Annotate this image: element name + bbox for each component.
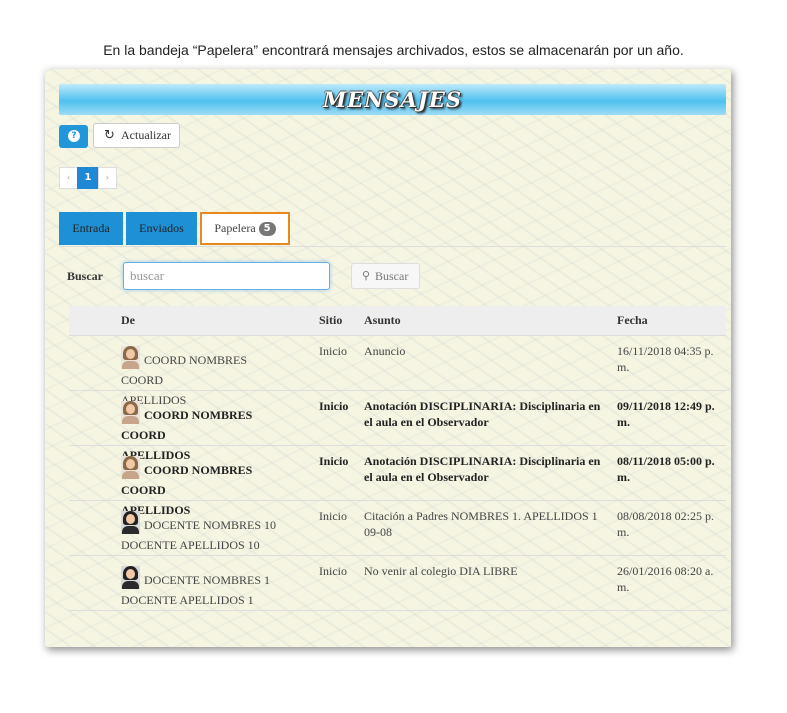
tab-papelera-label: Papelera [214, 221, 256, 235]
search-input[interactable] [123, 262, 330, 290]
date-cell: 08/08/2018 02:25 p. m. [617, 509, 715, 539]
avatar [121, 511, 140, 534]
page-title: MENSAJES [322, 87, 462, 112]
sender-surname: DOCENTE APELLIDOS 10 [121, 538, 260, 552]
tab-enviados[interactable]: Enviados [126, 212, 197, 245]
pagination-page-1[interactable]: 1 [77, 167, 99, 189]
subject-cell[interactable]: Citación a Padres NOMBRES 1. APELLIDOS 1… [364, 508, 610, 540]
site-cell: Inicio [319, 399, 349, 413]
table-row[interactable]: DOCENTE NOMBRES 1 DOCENTE APELLIDOS 1 Ini… [69, 556, 726, 611]
table-row[interactable]: DOCENTE NOMBRES 10 DOCENTE APELLIDOS 10 I… [69, 501, 726, 556]
subject-cell[interactable]: Anuncio [364, 343, 610, 359]
tab-papelera[interactable]: Papelera 5 [200, 212, 290, 245]
site-cell: Inicio [319, 509, 347, 523]
instruction-caption: En la bandeja “Papelera” encontrará mens… [103, 42, 684, 58]
avatar [121, 456, 140, 479]
avatar [121, 346, 140, 369]
tab-entrada[interactable]: Entrada [59, 212, 123, 245]
tabs-divider [59, 246, 726, 247]
col-de: De [121, 313, 135, 327]
avatar [121, 401, 140, 424]
sender-name: COORD NOMBRES COORD [121, 408, 253, 442]
messages-panel: MENSAJES ? ↻ Actualizar ‹ 1 › Entrada En… [45, 69, 731, 647]
pagination-next[interactable]: › [98, 167, 117, 189]
sender-name: COORD NOMBRES COORD [121, 463, 253, 497]
search-label: Buscar [67, 269, 103, 283]
table-row[interactable]: COORD NOMBRES COORD APELLIDOS Inicio Anun… [69, 336, 726, 407]
date-cell: 16/11/2018 04:35 p. m. [617, 344, 714, 374]
trash-count-badge: 5 [258, 222, 276, 237]
col-fecha: Fecha [617, 313, 648, 327]
site-cell: Inicio [319, 454, 349, 468]
sender-name: DOCENTE NOMBRES 10 [144, 518, 277, 532]
site-cell: Inicio [319, 564, 347, 578]
messages-table: De Sitio Asunto Fecha COORD NOMBRES COOR… [69, 306, 726, 611]
question-circle-icon: ? [68, 130, 80, 142]
sender-name: DOCENTE NOMBRES 1 [144, 573, 271, 587]
col-sitio: Sitio [319, 313, 343, 327]
sender-surname: DOCENTE APELLIDOS 1 [121, 593, 254, 607]
refresh-label: Actualizar [121, 128, 171, 142]
search-button-label: Buscar [375, 269, 409, 283]
title-banner: MENSAJES [59, 84, 726, 115]
table-header: De Sitio Asunto Fecha [69, 306, 726, 336]
table-row[interactable]: COORD NOMBRES COORD APELLIDOS Inicio Anot… [69, 446, 726, 517]
pagination-prev[interactable]: ‹ [59, 167, 78, 189]
sender: DOCENTE NOMBRES 1 DOCENTE APELLIDOS 1 [121, 566, 291, 610]
subject-cell[interactable]: Anotación DISCIPLINARIA: Disciplinaria e… [364, 453, 610, 485]
search-icon: ⚲ [362, 269, 371, 282]
refresh-button[interactable]: ↻ Actualizar [93, 123, 180, 148]
date-cell: 26/01/2016 08:20 a. m. [617, 564, 714, 594]
table-row[interactable]: COORD NOMBRES COORD APELLIDOS Inicio Anot… [69, 391, 726, 462]
sender: DOCENTE NOMBRES 10 DOCENTE APELLIDOS 10 [121, 511, 291, 555]
col-asunto: Asunto [364, 313, 401, 327]
subject-cell[interactable]: Anotación DISCIPLINARIA: Disciplinaria e… [364, 398, 610, 430]
date-cell: 08/11/2018 05:00 p. m. [617, 454, 715, 484]
subject-cell[interactable]: No venir al colegio DIA LIBRE [364, 563, 610, 579]
date-cell: 09/11/2018 12:49 p. m. [617, 399, 715, 429]
help-button[interactable]: ? [59, 125, 88, 148]
search-button[interactable]: ⚲ Buscar [351, 263, 420, 289]
refresh-icon: ↻ [104, 128, 115, 143]
avatar [121, 566, 140, 589]
site-cell: Inicio [319, 344, 347, 358]
